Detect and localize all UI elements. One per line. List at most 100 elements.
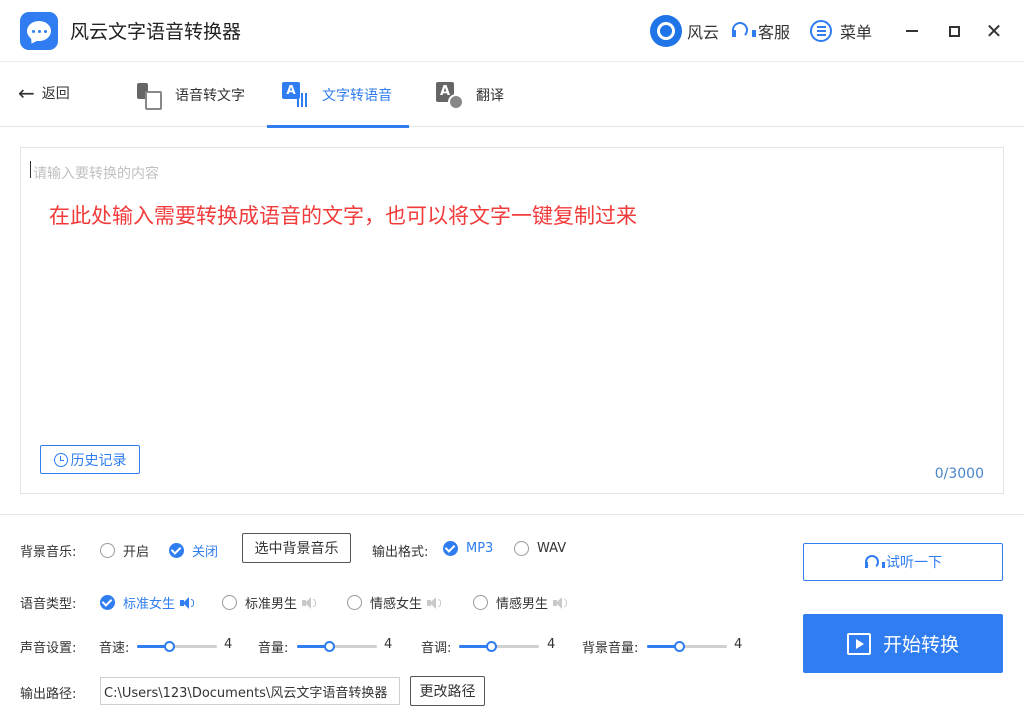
option-label: 情感女生 xyxy=(370,597,423,612)
voice-standard-female-radio[interactable]: 标准女生 xyxy=(100,593,196,612)
volume-value: 4 xyxy=(384,637,393,652)
text-caret xyxy=(30,161,31,178)
bg-music-label: 背景音乐: xyxy=(20,545,77,560)
voice-emotional-male-radio[interactable]: 情感男生 xyxy=(473,593,569,612)
tab-label: 文字转语音 xyxy=(322,87,392,104)
brand-link[interactable]: 风云 xyxy=(650,14,719,48)
preview-listen-label: 试听一下 xyxy=(886,555,942,571)
speaker-icon[interactable] xyxy=(553,596,569,610)
speed-slider[interactable] xyxy=(137,641,217,652)
active-tab-indicator xyxy=(267,125,409,128)
output-path-field[interactable] xyxy=(100,677,400,705)
slider-handle[interactable] xyxy=(164,641,175,652)
maximize-icon xyxy=(948,25,960,37)
tab-translate[interactable]: 翻译 xyxy=(436,62,504,127)
brand-label: 风云 xyxy=(687,23,720,42)
voice-standard-male-radio[interactable]: 标准男生 xyxy=(222,593,318,612)
start-convert-button[interactable]: 开始转换 xyxy=(803,614,1003,673)
output-format-label: 输出格式: xyxy=(372,545,429,560)
tab-speech-to-text[interactable]: 语音转文字 xyxy=(135,62,245,127)
title-bar: 风云文字语音转换器 风云 客服 菜单 ✕ xyxy=(0,0,1024,62)
text-voice-icon xyxy=(282,81,308,108)
back-label: 返回 xyxy=(41,86,70,102)
option-label: 情感男生 xyxy=(496,597,549,612)
volume-label: 音量: xyxy=(258,641,289,656)
change-path-label: 更改路径 xyxy=(419,684,476,700)
text-input-area[interactable]: 请输入要转换的内容 在此处输入需要转换成语音的文字，也可以将文字一键复制过来 历… xyxy=(20,147,1004,494)
radio-unchecked-icon xyxy=(347,595,362,610)
option-label: 标准男生 xyxy=(245,597,298,612)
preview-listen-button[interactable]: 试听一下 xyxy=(803,543,1003,581)
translate-icon xyxy=(436,81,464,110)
radio-unchecked-icon xyxy=(473,595,488,610)
back-button[interactable]: ← 返回 xyxy=(18,83,70,103)
play-icon xyxy=(846,632,871,655)
radio-checked-icon xyxy=(443,541,458,556)
bg-music-on-radio[interactable]: 开启 xyxy=(100,541,149,560)
start-convert-label: 开始转换 xyxy=(882,634,959,656)
close-button[interactable]: ✕ xyxy=(983,20,1005,42)
change-path-button[interactable]: 更改路径 xyxy=(410,676,485,706)
mic-doc-icon xyxy=(135,82,162,110)
tab-bar: ← 返回 语音转文字 文字转语音 翻译 xyxy=(0,62,1024,128)
app-title: 风云文字语音转换器 xyxy=(70,21,242,43)
menu-icon xyxy=(810,20,832,42)
radio-unchecked-icon xyxy=(100,543,115,558)
select-bg-music-label: 选中背景音乐 xyxy=(254,541,339,557)
option-label: MP3 xyxy=(466,541,494,556)
char-counter: 0/3000 xyxy=(934,466,984,482)
clock-icon xyxy=(53,452,68,467)
select-bg-music-button[interactable]: 选中背景音乐 xyxy=(242,533,351,563)
pitch-value: 4 xyxy=(547,637,556,652)
speaker-icon[interactable] xyxy=(427,596,443,610)
speed-label: 音速: xyxy=(99,641,130,656)
option-label: 标准女生 xyxy=(123,597,176,612)
arrow-left-icon: ← xyxy=(18,81,35,105)
voice-emotional-female-radio[interactable]: 情感女生 xyxy=(347,593,443,612)
radio-checked-icon xyxy=(100,595,115,610)
slider-handle[interactable] xyxy=(486,641,497,652)
speaker-icon[interactable] xyxy=(302,596,318,610)
input-hint-overlay: 在此处输入需要转换成语音的文字，也可以将文字一键复制过来 xyxy=(49,204,637,228)
maximize-button[interactable] xyxy=(943,20,965,42)
headphones-icon xyxy=(864,555,885,569)
history-label: 历史记录 xyxy=(70,452,127,469)
close-icon: ✕ xyxy=(985,19,1003,43)
app-logo-icon xyxy=(20,12,58,50)
radio-unchecked-icon xyxy=(514,541,529,556)
bg-volume-value: 4 xyxy=(734,637,743,652)
bg-volume-slider[interactable] xyxy=(647,641,727,652)
tab-text-to-speech[interactable]: 文字转语音 xyxy=(267,62,409,128)
settings-panel: 背景音乐: 开启 关闭 选中背景音乐 输出格式: MP3 WAV 语音类型: 标… xyxy=(0,514,1024,720)
menu-label: 菜单 xyxy=(840,23,873,42)
output-path-label: 输出路径: xyxy=(20,687,77,702)
customer-service-button[interactable]: 客服 xyxy=(730,14,790,48)
sound-settings-label: 声音设置: xyxy=(20,641,77,656)
input-placeholder: 请输入要转换的内容 xyxy=(33,166,159,182)
pitch-slider[interactable] xyxy=(459,641,539,652)
option-label: 关闭 xyxy=(192,545,219,560)
history-button[interactable]: 历史记录 xyxy=(40,445,140,474)
radio-checked-icon xyxy=(169,543,184,558)
tab-label: 翻译 xyxy=(476,87,504,104)
brand-logo-icon xyxy=(650,15,682,47)
customer-service-label: 客服 xyxy=(758,23,791,42)
format-wav-radio[interactable]: WAV xyxy=(514,541,566,556)
tab-label: 语音转文字 xyxy=(175,87,245,104)
slider-handle[interactable] xyxy=(324,641,335,652)
radio-unchecked-icon xyxy=(222,595,237,610)
slider-handle[interactable] xyxy=(674,641,685,652)
option-label: 开启 xyxy=(123,545,150,560)
format-mp3-radio[interactable]: MP3 xyxy=(443,541,493,556)
minimize-button[interactable] xyxy=(901,20,923,42)
option-label: WAV xyxy=(537,541,567,556)
bg-music-off-radio[interactable]: 关闭 xyxy=(169,541,218,560)
headset-icon xyxy=(730,21,756,41)
volume-slider[interactable] xyxy=(297,641,377,652)
bg-volume-label: 背景音量: xyxy=(582,641,639,656)
menu-button[interactable]: 菜单 xyxy=(810,14,872,48)
voice-type-label: 语音类型: xyxy=(20,597,77,612)
speaker-icon[interactable] xyxy=(180,596,196,610)
speed-value: 4 xyxy=(224,637,233,652)
pitch-label: 音调: xyxy=(421,641,452,656)
